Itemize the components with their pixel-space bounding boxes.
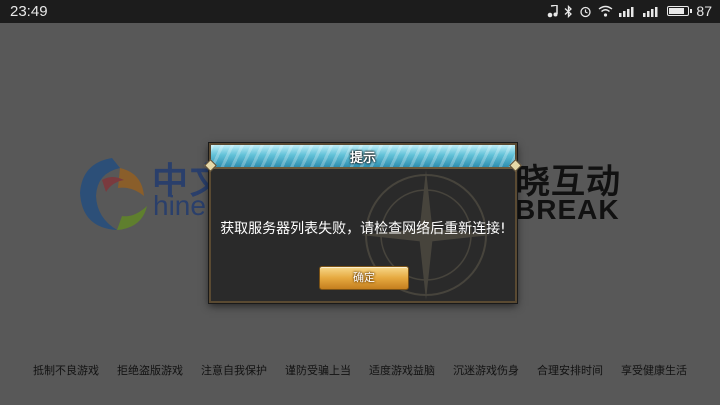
battery-percent: 87 (696, 3, 712, 19)
health-tip: 抵制不良游戏 (33, 364, 99, 377)
dialog-message: 获取服务器列表失败，请检查网络后重新连接! (220, 221, 506, 237)
battery-fill (669, 8, 685, 14)
alert-dialog: 提示 获取服务器列表失败，请检查网络后重新连接! 确定 (204, 143, 522, 303)
battery-indicator: 87 (667, 3, 712, 19)
wifi-icon (598, 5, 613, 17)
signal-icon (643, 6, 658, 17)
health-tip: 谨防受骗上当 (285, 364, 351, 377)
alarm-icon (580, 6, 592, 17)
company-logo-swirl (80, 158, 147, 230)
health-tip: 享受健康生活 (621, 364, 687, 377)
bluetooth-icon (564, 4, 573, 18)
signal-icon (619, 6, 634, 17)
health-tip: 注意自我保护 (201, 364, 267, 377)
health-tips-bar: 抵制不良游戏 拒绝盗版游戏 注意自我保护 谨防受骗上当 适度游戏益脑 沉迷游戏伤… (0, 362, 720, 378)
health-tip: 适度游戏益脑 (369, 364, 435, 377)
battery-icon (667, 6, 693, 16)
left-logo-english: hine (153, 190, 206, 221)
music-note-icon (548, 4, 559, 17)
health-tip: 拒绝盗版游戏 (117, 364, 183, 377)
dialog-header: 提示 (211, 145, 515, 169)
status-bar: 23:49 87 (0, 0, 720, 23)
health-tip: 合理安排时间 (537, 364, 603, 377)
status-icons: 87 (547, 3, 712, 19)
status-time: 23:49 (10, 3, 48, 20)
confirm-button[interactable]: 确定 (319, 266, 409, 290)
health-tip: 沉迷游戏伤身 (453, 364, 519, 377)
right-logo-english: BREAK (515, 194, 620, 225)
dialog-title: 提示 (349, 151, 376, 166)
